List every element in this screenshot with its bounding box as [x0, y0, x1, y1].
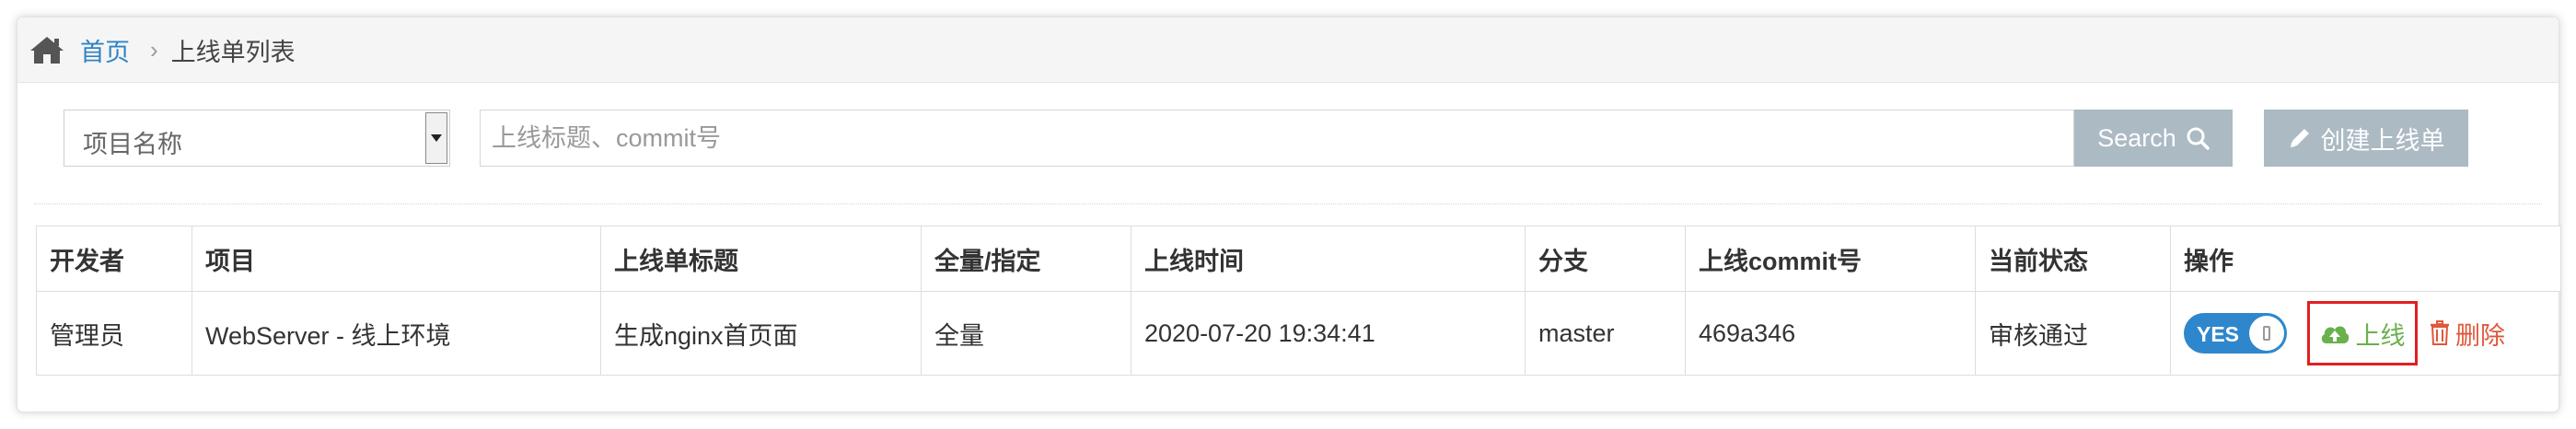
cell-project: WebServer - 线上环境: [191, 291, 601, 376]
header-time: 上线时间: [1131, 226, 1526, 292]
table-row: 管理员 WebServer - 线上环境 生成nginx首页面 全量 2020-…: [36, 291, 2561, 376]
header-actions: 操作: [2170, 226, 2561, 292]
cell-developer: 管理员: [36, 291, 192, 376]
chevron-right-icon: ›: [150, 35, 158, 64]
trash-icon: [2431, 320, 2450, 345]
breadcrumb: 首页 › 上线单列表: [17, 17, 2559, 83]
project-select-value: 项目名称: [83, 131, 182, 158]
project-select[interactable]: 项目名称: [64, 110, 450, 167]
breadcrumb-current: 上线单列表: [170, 38, 296, 66]
search-icon: [2187, 127, 2210, 150]
delete-button-label: 删除: [2455, 321, 2506, 350]
online-button-label: 上线: [2355, 321, 2406, 350]
cloud-upload-icon: [2321, 326, 2349, 343]
divider: [34, 203, 2542, 204]
search-button[interactable]: Search: [2074, 110, 2233, 167]
search-button-label: Search: [2097, 123, 2176, 152]
cell-title: 生成nginx首页面: [600, 291, 922, 376]
header-title: 上线单标题: [600, 226, 922, 292]
toggle-knob: [2249, 316, 2284, 351]
create-release-label: 创建上线单: [2320, 126, 2445, 155]
online-button[interactable]: 上线: [2306, 301, 2418, 365]
cell-actions: YES 上线 删除: [2170, 291, 2561, 376]
table-header-row: 开发者 项目 上线单标题 全量/指定 上线时间 分支 上线commit号 当前状…: [36, 226, 2561, 292]
caret-down-icon[interactable]: [425, 112, 447, 164]
header-scope: 全量/指定: [921, 226, 1131, 292]
header-developer: 开发者: [36, 226, 192, 292]
header-commit: 上线commit号: [1685, 226, 1976, 292]
cell-time: 2020-07-20 19:34:41: [1131, 291, 1526, 376]
cell-scope: 全量: [921, 291, 1131, 376]
header-project: 项目: [191, 226, 601, 292]
cell-branch: master: [1525, 291, 1686, 376]
breadcrumb-home-link[interactable]: 首页: [80, 32, 130, 68]
home-icon[interactable]: [29, 34, 65, 65]
pencil-icon: [2290, 129, 2309, 147]
toggle-label: YES: [2197, 322, 2240, 346]
cell-commit: 469a346: [1685, 291, 1976, 376]
main-panel: 首页 › 上线单列表 项目名称 Search 创建上线单: [17, 17, 2561, 412]
header-branch: 分支: [1525, 226, 1686, 292]
search-input[interactable]: [480, 110, 2074, 167]
release-table: 开发者 项目 上线单标题 全量/指定 上线时间 分支 上线commit号 当前状…: [36, 226, 2561, 376]
create-release-button[interactable]: 创建上线单: [2264, 110, 2468, 167]
enable-toggle[interactable]: YES: [2184, 313, 2287, 354]
header-status: 当前状态: [1975, 226, 2171, 292]
cell-status: 审核通过: [1975, 291, 2171, 376]
delete-button[interactable]: 删除: [2430, 316, 2505, 352]
